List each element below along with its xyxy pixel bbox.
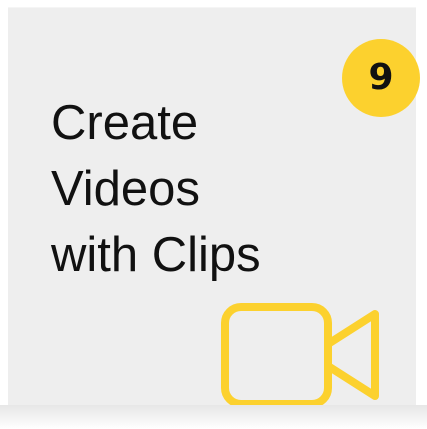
number-badge: 9	[342, 39, 420, 117]
title-line-3: with Clips	[51, 228, 261, 282]
title-line-1: Create	[51, 96, 199, 150]
card-title: Create Videos with Clips	[51, 90, 261, 288]
video-camera-icon	[221, 303, 379, 408]
badge-number: 9	[368, 57, 394, 98]
title-line-2: Videos	[51, 162, 200, 216]
bottom-shadow	[0, 405, 427, 429]
